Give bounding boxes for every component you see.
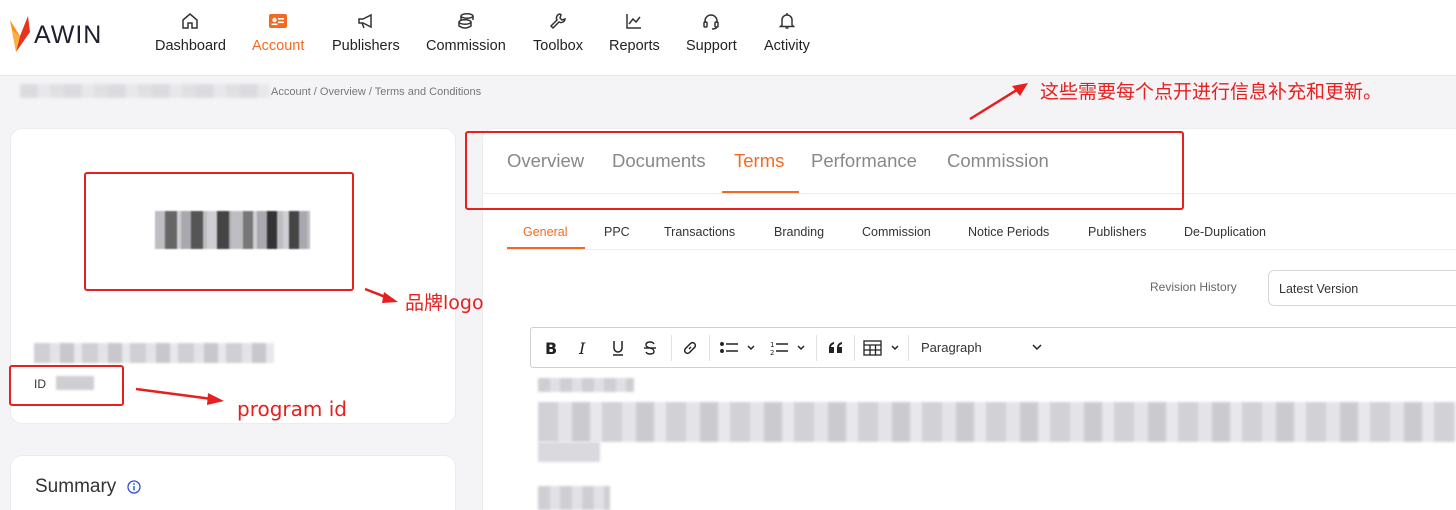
annotation-tabs-note: 这些需要每个点开进行信息补充和更新。 [1040,81,1383,103]
annotation-id-note: program id [237,397,347,421]
annotation-logo-note: 品牌logo [405,292,484,314]
